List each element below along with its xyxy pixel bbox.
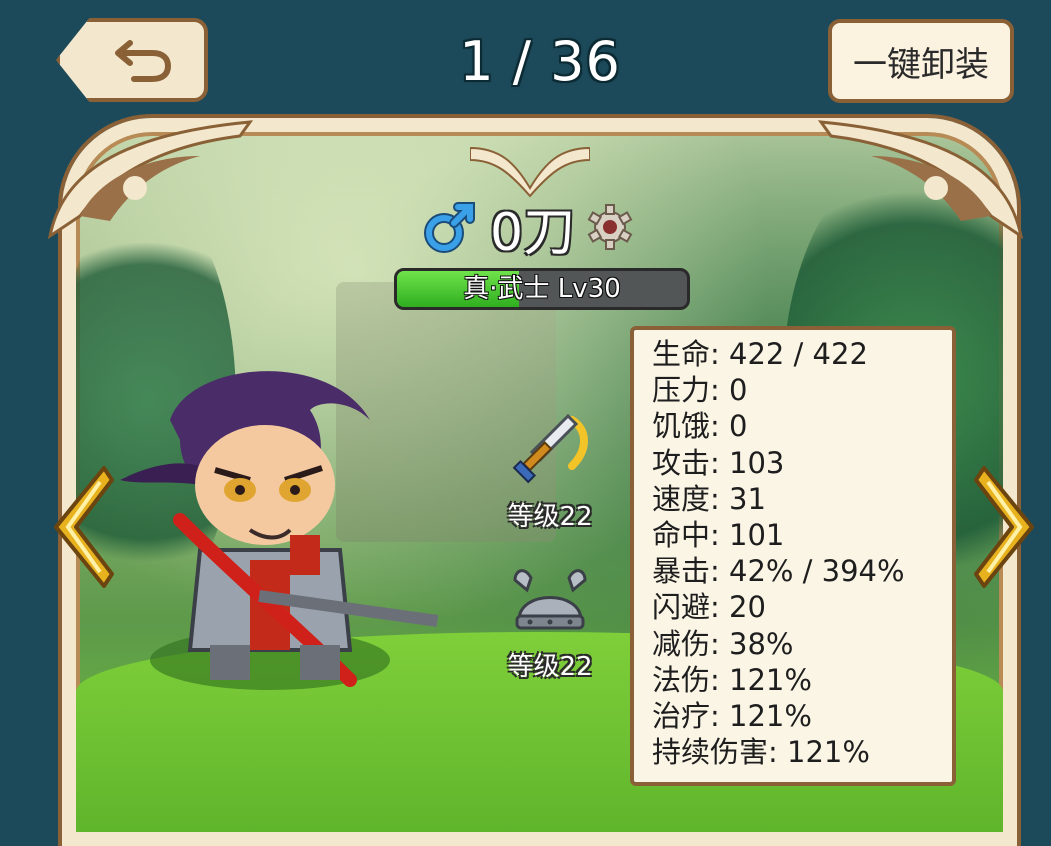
stat-damage-over-time: 持续伤害: 121% xyxy=(652,735,870,770)
equip-slot-weapon[interactable]: 等级22 xyxy=(485,410,615,533)
male-gender-icon xyxy=(424,202,475,253)
samurai-hero-sprite[interactable] xyxy=(100,360,440,700)
class-level-label: 真·武士 Lv30 xyxy=(463,274,621,304)
stat-dodge: 闪避: 20 xyxy=(652,590,766,625)
previous-hero-arrow-icon[interactable] xyxy=(46,462,116,592)
stat-hp: 生命: 422 / 422 xyxy=(652,337,868,371)
unequip-all-button[interactable]: 一键卸装 xyxy=(828,19,1014,103)
frame-ornament-left xyxy=(47,120,254,240)
stat-magic-damage: 法伤: 121% xyxy=(652,662,812,697)
page-counter: 1 / 36 xyxy=(459,30,621,93)
equip-slot-helmet[interactable]: 等级22 xyxy=(485,560,615,683)
stat-stress: 压力: 0 xyxy=(652,373,748,408)
stat-speed: 速度: 31 xyxy=(652,481,766,516)
helmet-icon xyxy=(513,569,587,630)
stat-critical: 暴击: 42% / 394% xyxy=(652,554,905,589)
frame-ornament-center xyxy=(470,146,590,198)
helmet-level-label: 等级22 xyxy=(507,652,593,682)
stats-panel: 生命: 422 / 422 压力: 0 饥饿: 0 攻击: 103 速度: 31… xyxy=(630,326,956,786)
next-hero-arrow-icon[interactable] xyxy=(972,462,1042,592)
weapon-level-label: 等级22 xyxy=(507,502,593,532)
undo-arrow-icon xyxy=(115,40,172,82)
stat-healing: 治疗: 121% xyxy=(652,699,812,734)
stat-attack: 攻击: 103 xyxy=(652,445,785,480)
gear-icon[interactable] xyxy=(585,202,635,252)
stat-hunger: 饥饿: 0 xyxy=(652,409,748,444)
back-button[interactable] xyxy=(56,18,208,102)
stat-accuracy: 命中: 101 xyxy=(652,518,785,553)
frame-ornament-right xyxy=(817,120,1024,240)
stat-damage-reduction: 减伤: 38% xyxy=(652,626,794,661)
sword-icon xyxy=(512,413,588,484)
hero-name[interactable]: 0刀 xyxy=(490,190,575,265)
hero-name-row: 0刀 xyxy=(420,190,635,265)
class-level-bar: 真·武士 Lv30 xyxy=(394,268,690,310)
